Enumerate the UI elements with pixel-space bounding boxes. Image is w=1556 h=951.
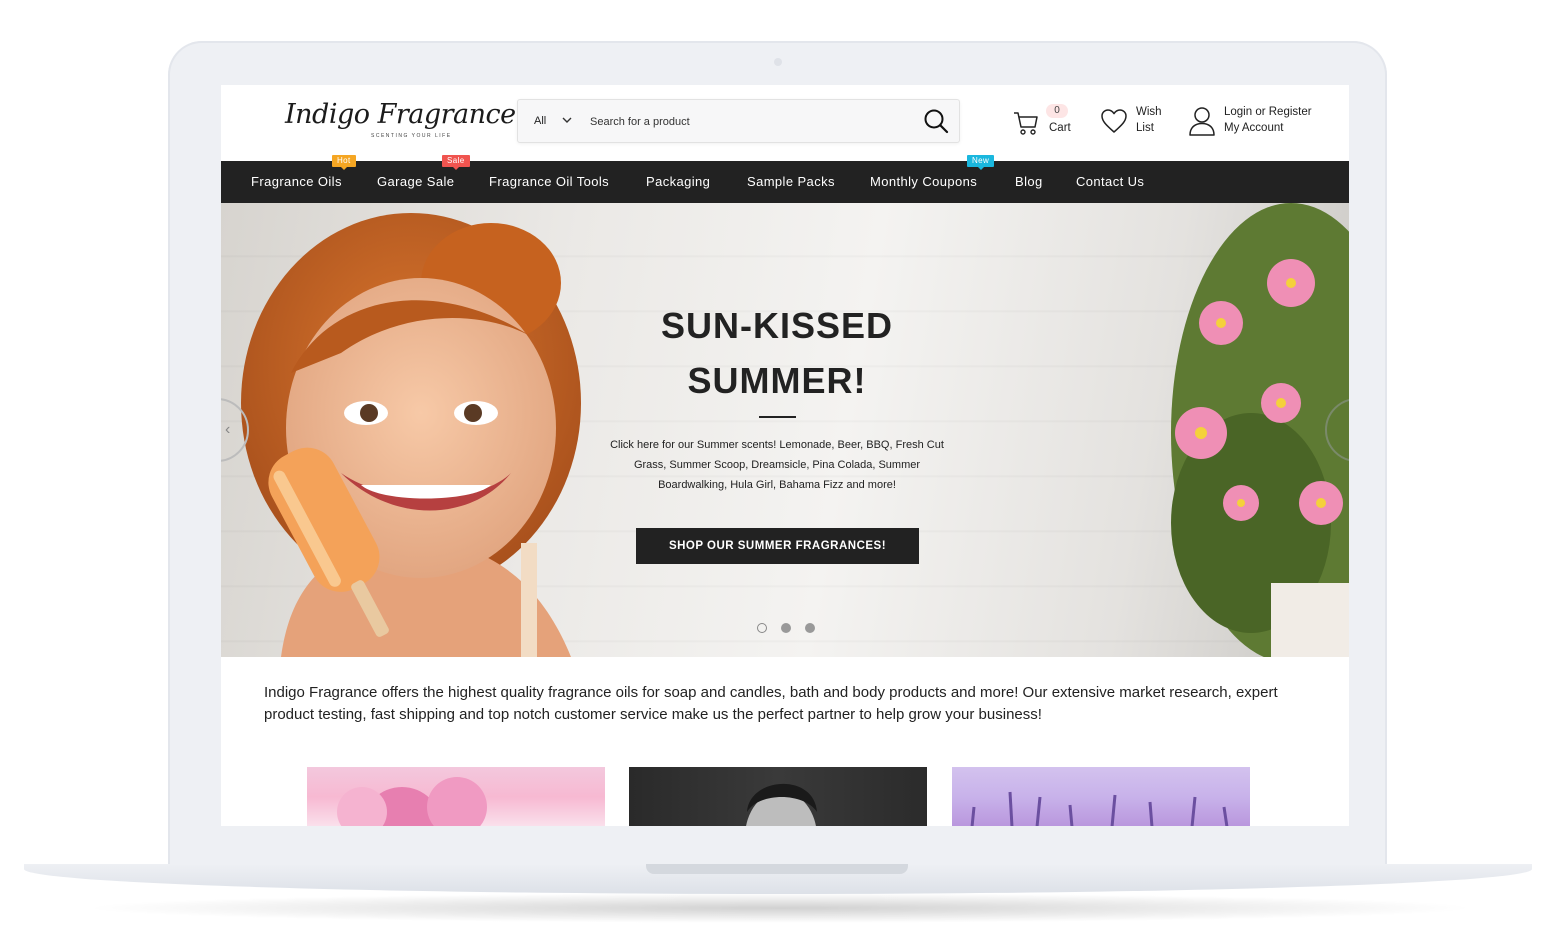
cart-button[interactable]: 0 Cart: [1013, 104, 1083, 141]
nav-item-contact-us[interactable]: Contact Us: [1076, 161, 1144, 203]
lavender-image: [970, 791, 1229, 826]
slider-dot-3[interactable]: [805, 623, 815, 633]
hot-badge: Hot: [332, 155, 356, 170]
shop-summer-fragrances-button[interactable]: SHOP OUR SUMMER FRAGRANCES!: [636, 528, 919, 564]
search-bar: All: [517, 99, 960, 143]
nav-item-label: Garage Sale: [377, 174, 455, 189]
nav-item-sample-packs[interactable]: Sample Packs: [747, 161, 835, 203]
nav-item-blog[interactable]: Blog: [1015, 161, 1043, 203]
wishlist-label-line2: List: [1136, 122, 1154, 134]
category-tile-3[interactable]: [952, 767, 1250, 826]
site-logo[interactable]: Indigo Fragrance SCENTING YOUR LIFE: [285, 97, 516, 147]
hero-girl-image: [241, 213, 581, 657]
webcam: [774, 58, 782, 66]
hero-subtitle-line2: Grass, Summer Scoop, Dreamsicle, Pina Co…: [633, 459, 921, 471]
chevron-left-icon: ‹: [225, 421, 231, 438]
main-nav: Fragrance Oils Hot Garage Sale Sale Frag…: [221, 155, 1349, 203]
hero-title-line1: SUN-KISSED: [660, 305, 894, 346]
account-menu: Login or Register My Account: [1188, 105, 1338, 141]
laptop-shadow: [80, 893, 1480, 923]
my-account-link[interactable]: My Account: [1224, 122, 1283, 134]
search-icon[interactable]: [921, 106, 951, 136]
wishlist-label-line1: Wish: [1136, 106, 1162, 118]
hero-divider: [759, 416, 796, 418]
nav-item-label: Contact Us: [1076, 174, 1145, 189]
new-badge: New: [967, 155, 995, 170]
hero-slider: SUN-KISSED SUMMER! Click here for our Su…: [221, 203, 1349, 657]
laptop-hinge: [646, 864, 908, 874]
login-register-link[interactable]: Login or Register: [1224, 106, 1312, 118]
category-tile-1[interactable]: [307, 767, 605, 826]
logo-wordmark: Indigo Fragrance: [285, 99, 516, 130]
hero-subtitle-line3: Boardwalking, Hula Girl, Bahama Fizz and…: [658, 479, 896, 491]
nav-item-label: Monthly Coupons: [870, 174, 978, 189]
user-icon: [1189, 107, 1215, 136]
nav-item-label: Sample Packs: [747, 174, 835, 189]
sale-badge: Sale: [442, 155, 470, 170]
chevron-down-icon[interactable]: [562, 115, 572, 125]
peony-image: [337, 777, 487, 826]
nav-item-fragrance-oil-tools[interactable]: Fragrance Oil Tools: [489, 161, 609, 203]
nav-item-fragrance-oils[interactable]: Fragrance Oils Hot: [251, 155, 356, 203]
search-input[interactable]: [588, 109, 902, 135]
cart-icon: [1014, 112, 1038, 135]
hero-subtitle-line1: Click here for our Summer scents! Lemona…: [610, 439, 944, 451]
cart-count-badge: 0: [1046, 104, 1068, 118]
hero-title-line2: SUMMER!: [687, 360, 867, 401]
category-tile-2[interactable]: [629, 767, 927, 826]
search-category-select[interactable]: All: [534, 100, 546, 142]
browser-screen: Indigo Fragrance SCENTING YOUR LIFE All …: [221, 85, 1349, 826]
wishlist-button[interactable]: Wish List: [1100, 105, 1180, 141]
nav-item-packaging[interactable]: Packaging: [646, 161, 710, 203]
cart-label: Cart: [1049, 122, 1071, 134]
logo-tagline: SCENTING YOUR LIFE: [371, 133, 452, 139]
nav-item-label: Fragrance Oils: [251, 174, 342, 189]
slider-dot-1[interactable]: [757, 623, 767, 633]
hero-flowers-image: [1171, 203, 1349, 657]
nav-item-label: Fragrance Oil Tools: [489, 174, 610, 189]
nav-item-label: Blog: [1015, 174, 1043, 189]
man-portrait-image: [746, 783, 817, 826]
nav-item-label: Packaging: [646, 174, 711, 189]
slider-dot-2[interactable]: [781, 623, 791, 633]
nav-item-garage-sale[interactable]: Garage Sale Sale: [377, 155, 470, 203]
nav-item-monthly-coupons[interactable]: Monthly Coupons New: [870, 155, 995, 203]
intro-text: Indigo Fragrance offers the highest qual…: [264, 684, 1278, 723]
heart-icon: [1101, 109, 1127, 133]
site-header: Indigo Fragrance SCENTING YOUR LIFE All …: [221, 85, 1349, 161]
